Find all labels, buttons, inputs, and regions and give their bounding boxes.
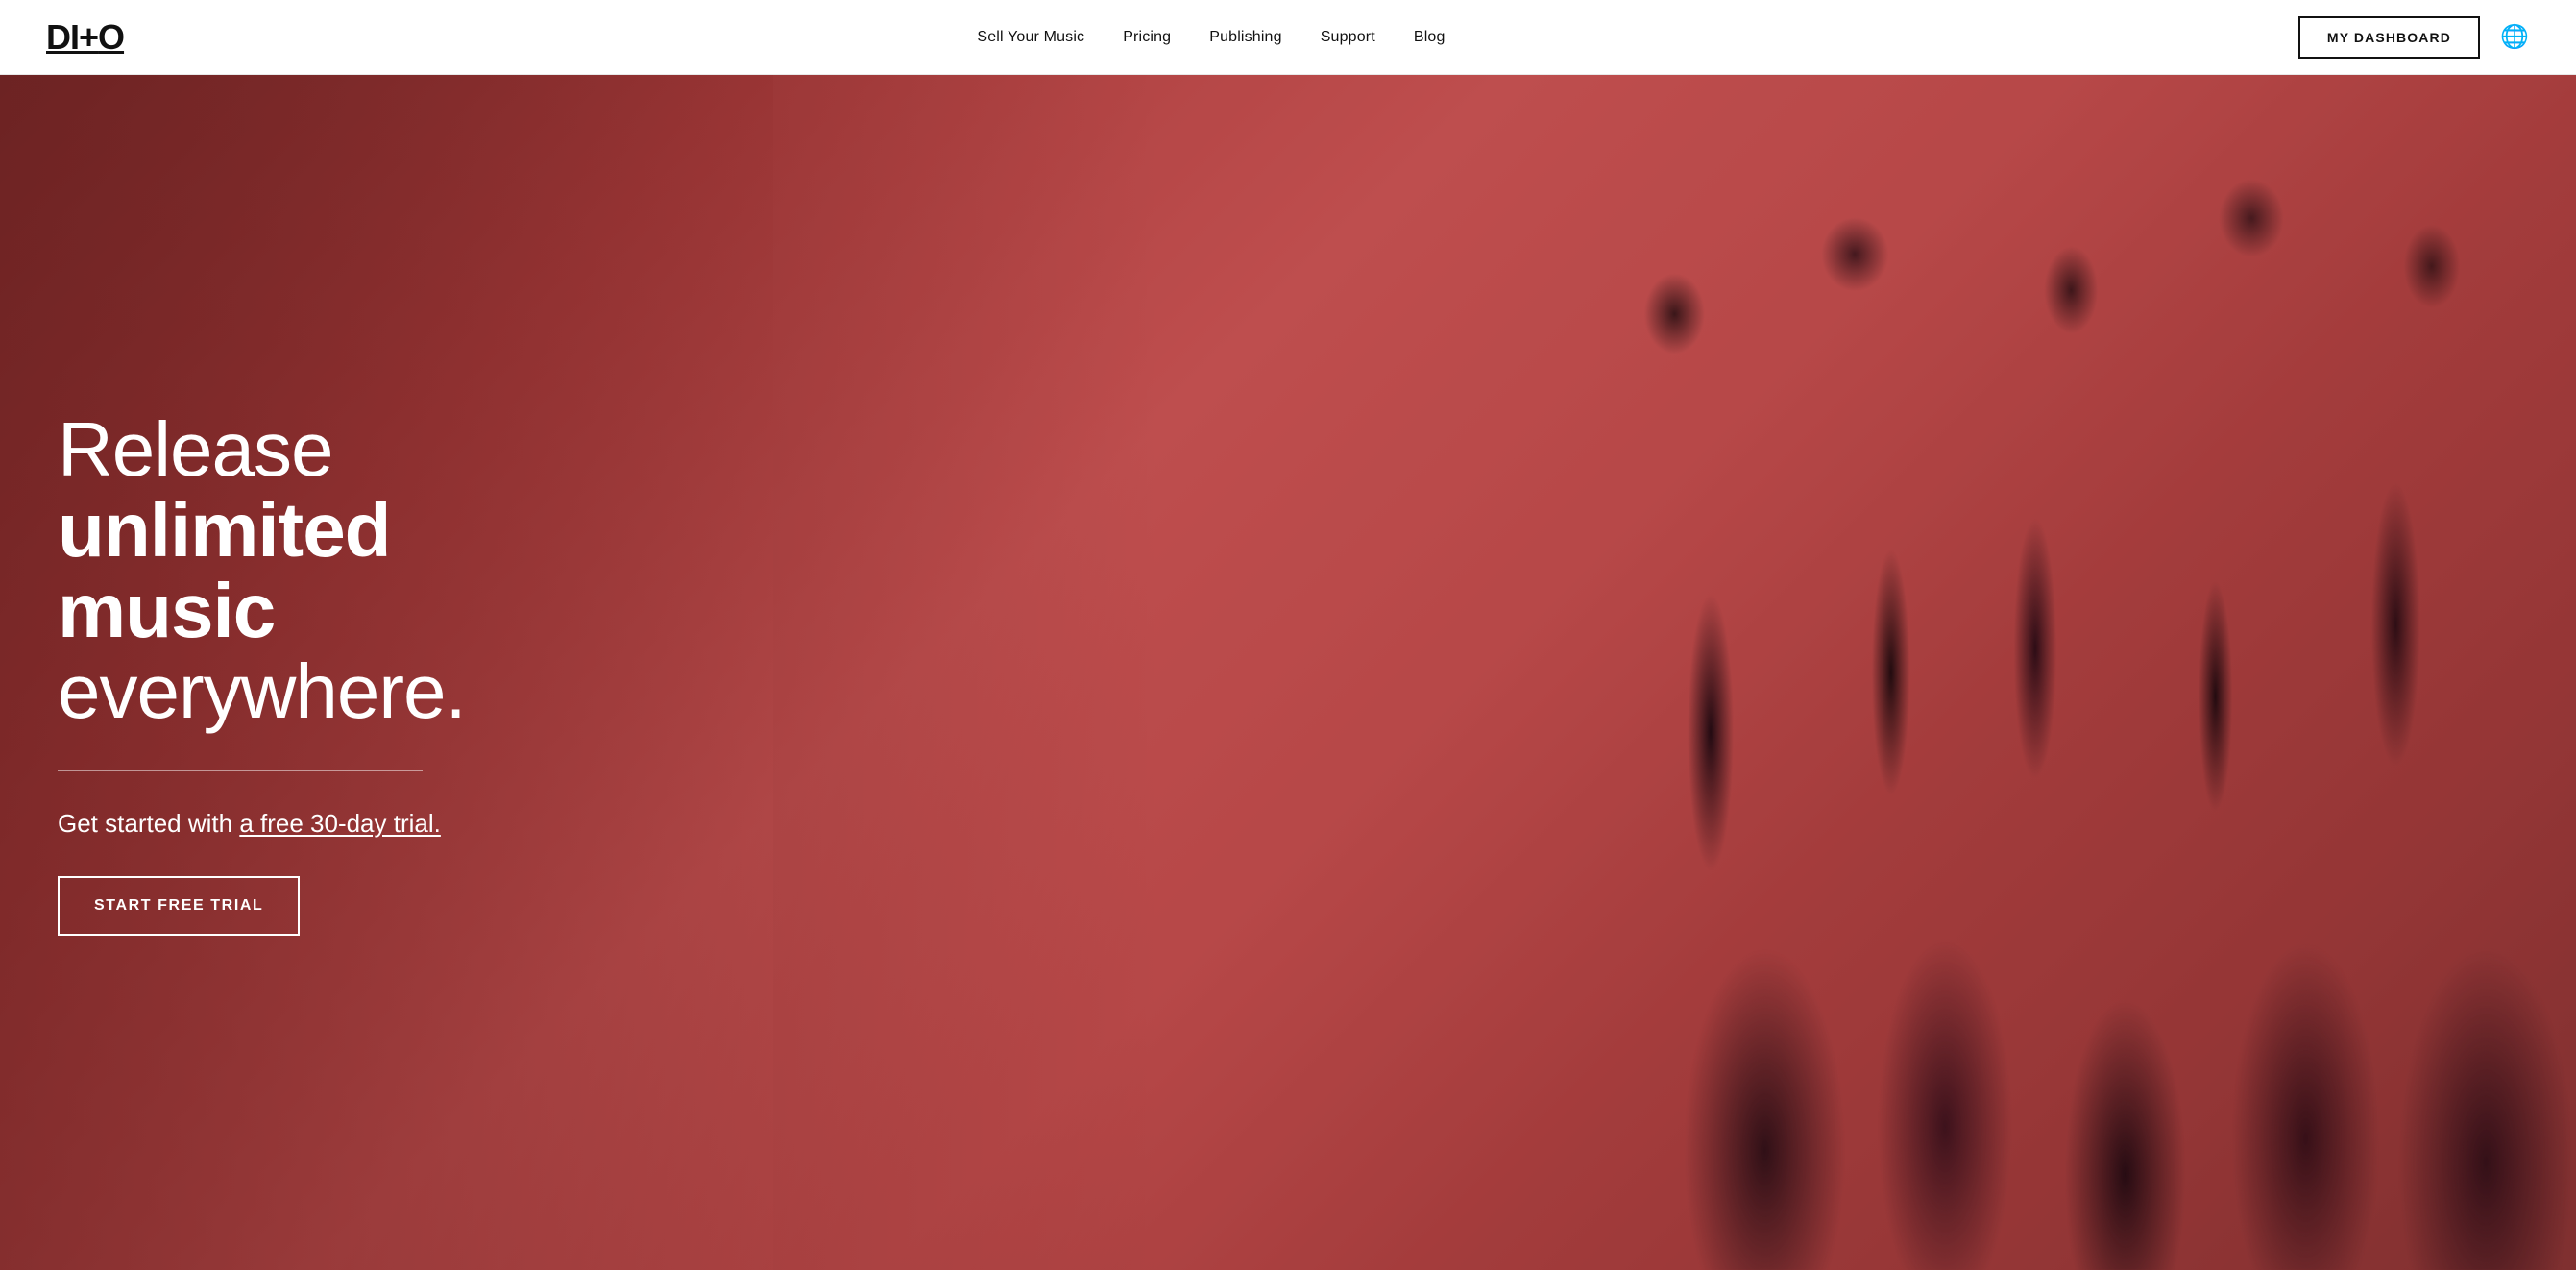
- publishing-link[interactable]: Publishing: [1209, 29, 1281, 45]
- pricing-link[interactable]: Pricing: [1123, 29, 1171, 45]
- nav-item-sell-your-music: Sell Your Music: [977, 29, 1084, 46]
- hero-subtitle: Get started with a free 30-day trial.: [58, 806, 466, 841]
- nav-item-support: Support: [1321, 29, 1375, 46]
- hero-section: Release unlimited music everywhere. Get …: [0, 75, 2576, 1270]
- hero-title: Release unlimited music everywhere.: [58, 409, 466, 732]
- nav-item-pricing: Pricing: [1123, 29, 1171, 46]
- hero-title-line4: everywhere.: [58, 648, 466, 734]
- blog-link[interactable]: Blog: [1414, 29, 1446, 45]
- start-free-trial-button[interactable]: START FREE TRIAL: [58, 876, 300, 936]
- hero-title-line2: unlimited: [58, 487, 391, 573]
- hero-subtitle-text: Get started with: [58, 809, 239, 838]
- hero-divider: [58, 770, 423, 771]
- dashboard-button[interactable]: MY DASHBOARD: [2298, 16, 2480, 59]
- nav-item-publishing: Publishing: [1209, 29, 1281, 46]
- free-trial-link[interactable]: a free 30-day trial.: [239, 809, 441, 838]
- globe-icon[interactable]: 🌐: [2499, 22, 2530, 53]
- hero-content: Release unlimited music everywhere. Get …: [0, 352, 523, 992]
- sell-your-music-link[interactable]: Sell Your Music: [977, 29, 1084, 45]
- nav-item-blog: Blog: [1414, 29, 1446, 46]
- hero-title-line3: music: [58, 568, 275, 653]
- nav-links: Sell Your Music Pricing Publishing Suppo…: [977, 29, 1445, 46]
- hero-title-line1: Release: [58, 406, 333, 492]
- nav-right: MY DASHBOARD 🌐: [2298, 16, 2530, 59]
- support-link[interactable]: Support: [1321, 29, 1375, 45]
- logo[interactable]: DI+O: [46, 17, 124, 58]
- logo-text: DI+O: [46, 17, 124, 57]
- navbar: DI+O Sell Your Music Pricing Publishing …: [0, 0, 2576, 75]
